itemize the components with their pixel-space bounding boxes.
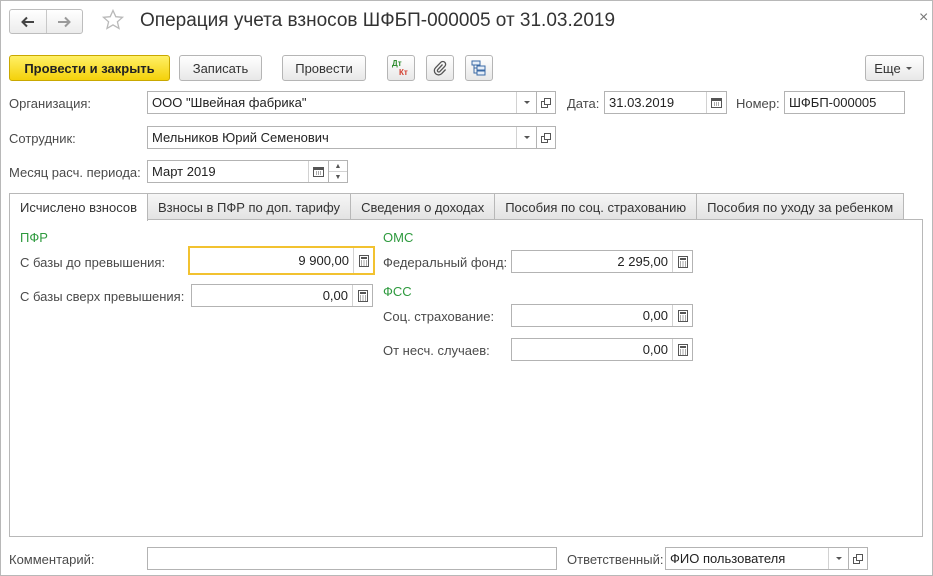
post-and-close-button[interactable]: Провести и закрыть — [9, 55, 170, 81]
number-value: ШФБП-000005 — [789, 95, 877, 110]
dt-kt-button[interactable]: Дт Кт — [387, 55, 415, 81]
paperclip-icon — [433, 60, 447, 76]
calculator-icon — [358, 254, 369, 267]
caret-down-icon — [835, 556, 842, 560]
responsible-field[interactable]: ФИО пользователя — [665, 547, 849, 570]
pfr-base-above-label: С базы сверх превышения: — [20, 289, 185, 304]
save-button[interactable]: Записать — [179, 55, 262, 81]
tab-childcare-benefits[interactable]: Пособия по уходу за ребенком — [696, 193, 905, 220]
pfr-base-below-value: 9 900,00 — [298, 253, 349, 268]
favorite-star-icon[interactable] — [101, 8, 125, 35]
calculator-button[interactable] — [353, 248, 373, 273]
calculator-button[interactable] — [352, 285, 372, 306]
caret-down-icon — [523, 135, 530, 139]
caret-down-icon — [905, 67, 912, 70]
tab-panel: ПФР С базы до превышения: 9 900,00 С баз… — [9, 219, 923, 537]
organization-dropdown-button[interactable] — [516, 92, 536, 113]
employee-open-button[interactable] — [536, 126, 556, 149]
employee-field[interactable]: Мельников Юрий Семенович — [147, 126, 537, 149]
date-label: Дата: — [567, 96, 600, 111]
date-value: 31.03.2019 — [609, 95, 675, 110]
month-label: Месяц расч. периода: — [9, 165, 141, 180]
fss-accident-field[interactable]: 0,00 — [511, 338, 693, 361]
calculator-icon — [677, 343, 688, 356]
window-title: Операция учета взносов ШФБП-000005 от 31… — [140, 10, 616, 31]
back-button[interactable] — [10, 10, 46, 33]
more-button-label: Еще — [874, 60, 901, 76]
oms-section-title: ОМС — [383, 230, 414, 245]
structure-button[interactable] — [465, 55, 493, 81]
responsible-value: ФИО пользователя — [670, 551, 786, 566]
tab-income-info[interactable]: Сведения о доходах — [350, 193, 496, 220]
comment-field[interactable] — [147, 547, 557, 570]
pfr-base-below-label: С базы до превышения: — [20, 255, 166, 270]
month-spinner[interactable]: ▲ ▼ — [328, 160, 348, 183]
spin-down-icon[interactable]: ▼ — [329, 171, 347, 182]
open-window-icon — [853, 553, 863, 564]
date-field[interactable]: 31.03.2019 — [604, 91, 727, 114]
oms-federal-value: 2 295,00 — [617, 254, 668, 269]
pfr-base-above-field[interactable]: 0,00 — [191, 284, 373, 307]
calculator-icon — [357, 289, 368, 302]
hierarchy-icon — [471, 60, 486, 76]
forward-button[interactable] — [45, 10, 83, 33]
dt-kt-icon: Дт Кт — [392, 59, 408, 77]
calculator-button[interactable] — [672, 251, 692, 272]
fss-social-field[interactable]: 0,00 — [511, 304, 693, 327]
calculator-button[interactable] — [672, 305, 692, 326]
employee-label: Сотрудник: — [9, 131, 76, 146]
tab-pfr-additional-tariff[interactable]: Взносы в ПФР по доп. тарифу — [146, 193, 352, 220]
tab-calculated-contributions[interactable]: Исчислено взносов — [9, 193, 148, 221]
fss-accident-label: От несч. случаев: — [383, 343, 490, 358]
fss-social-value: 0,00 — [642, 308, 668, 323]
calculator-icon — [677, 309, 688, 322]
comment-label: Комментарий: — [9, 552, 95, 567]
document-window: Операция учета взносов ШФБП-000005 от 31… — [0, 0, 933, 576]
caret-down-icon — [523, 100, 530, 104]
fss-section-title: ФСС — [383, 284, 412, 299]
organization-field[interactable]: ООО "Швейная фабрика" — [147, 91, 537, 114]
pfr-base-below-field[interactable]: 9 900,00 — [188, 246, 375, 275]
calendar-icon — [313, 167, 324, 177]
pfr-base-above-value: 0,00 — [322, 288, 348, 303]
oms-federal-label: Федеральный фонд: — [383, 255, 508, 270]
calculator-icon — [677, 255, 688, 268]
calculator-button[interactable] — [672, 339, 692, 360]
open-window-icon — [541, 97, 551, 108]
number-field[interactable]: ШФБП-000005 — [784, 91, 905, 114]
responsible-label: Ответственный: — [567, 552, 664, 567]
responsible-dropdown-button[interactable] — [828, 548, 848, 569]
employee-dropdown-button[interactable] — [516, 127, 536, 148]
oms-federal-field[interactable]: 2 295,00 — [511, 250, 693, 273]
tab-social-benefits[interactable]: Пособия по соц. страхованию — [494, 193, 698, 220]
calendar-icon — [711, 98, 722, 108]
attach-button[interactable] — [426, 55, 454, 81]
more-button[interactable]: Еще — [865, 55, 924, 81]
arrow-left-icon — [20, 16, 34, 27]
date-picker-button[interactable] — [706, 92, 726, 113]
open-window-icon — [541, 132, 551, 143]
post-button[interactable]: Провести — [282, 55, 366, 81]
fss-social-label: Соц. страхование: — [383, 309, 495, 324]
pfr-section-title: ПФР — [20, 230, 48, 245]
fss-accident-value: 0,00 — [642, 342, 668, 357]
month-field[interactable]: Март 2019 — [147, 160, 329, 183]
spin-up-icon[interactable]: ▲ — [329, 161, 347, 171]
organization-label: Организация: — [9, 96, 92, 111]
employee-value: Мельников Юрий Семенович — [152, 130, 329, 145]
number-label: Номер: — [736, 96, 780, 111]
responsible-open-button[interactable] — [848, 547, 868, 570]
month-value: Март 2019 — [152, 164, 216, 179]
nav-buttons — [9, 9, 83, 34]
close-icon[interactable]: × — [919, 9, 928, 27]
organization-open-button[interactable] — [536, 91, 556, 114]
arrow-right-icon — [58, 16, 72, 27]
tab-bar: Исчислено взносов Взносы в ПФР по доп. т… — [9, 193, 905, 221]
month-picker-button[interactable] — [308, 161, 328, 182]
organization-value: ООО "Швейная фабрика" — [152, 95, 307, 110]
